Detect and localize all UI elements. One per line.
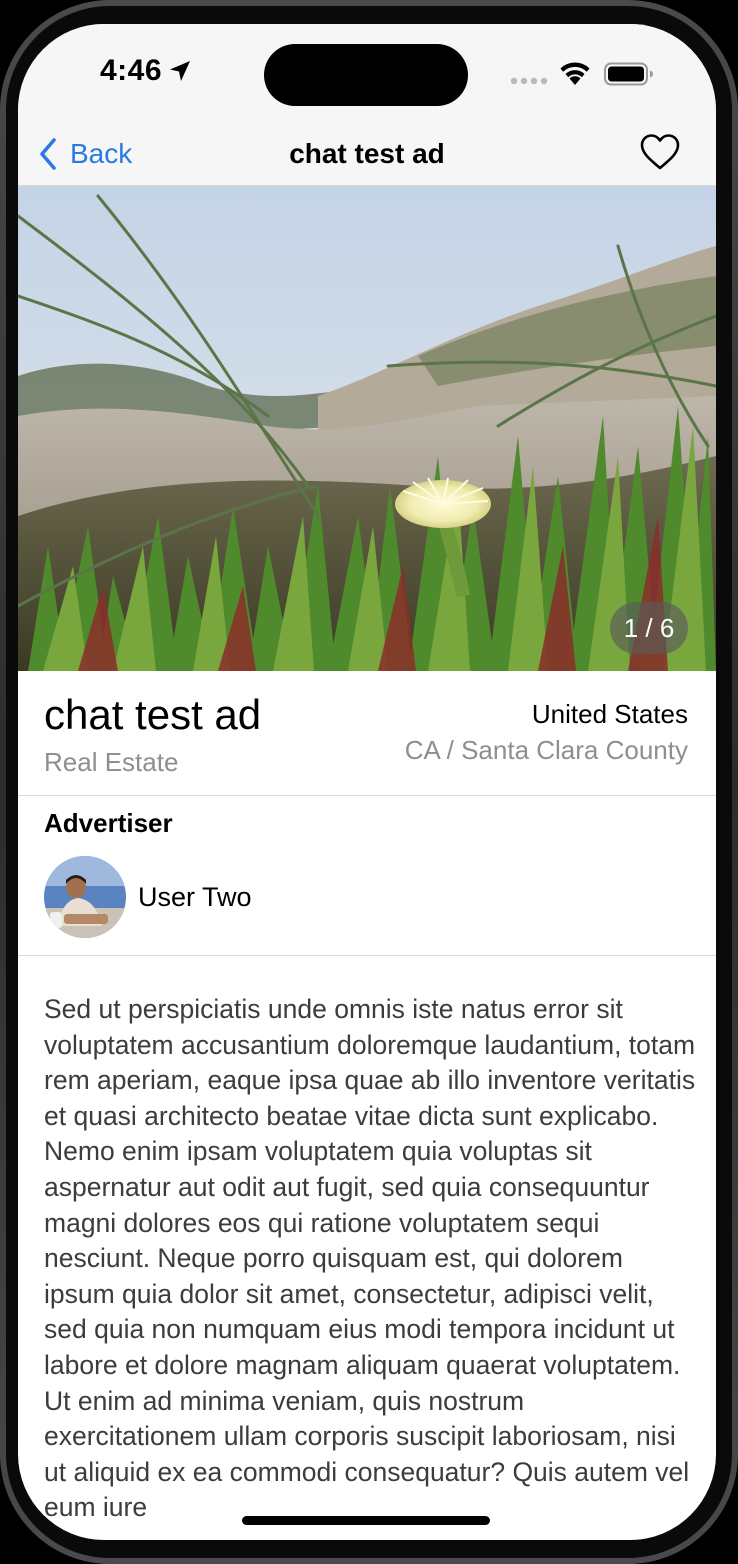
status-bar: 4:46 (18, 24, 716, 128)
avatar-image (44, 856, 126, 938)
heart-icon[interactable] (638, 130, 682, 174)
ad-region: CA / Santa Clara County (404, 735, 688, 765)
photo-page-counter: 1 / 6 (610, 602, 688, 654)
battery-icon (604, 62, 653, 86)
navigation-bar: Back chat test ad (18, 128, 716, 186)
dynamic-island (264, 44, 468, 106)
status-time: 4:46 (100, 54, 163, 87)
avatar[interactable] (44, 856, 126, 938)
cellular-signal-icon (510, 77, 548, 85)
ad-category: Real Estate (44, 747, 179, 777)
ad-photo (18, 186, 716, 671)
ad-photo-gallery[interactable] (18, 186, 716, 671)
nav-title: chat test ad (289, 138, 445, 169)
ad-info-section: chat test ad Real Estate United States C… (18, 671, 716, 796)
location-arrow-icon (170, 61, 191, 81)
ad-country: United States (531, 699, 688, 729)
advertiser-name[interactable]: User Two (138, 882, 252, 913)
home-indicator[interactable] (242, 1516, 490, 1525)
screen: 4:46 Back chat test ad 1 / 6 chat test a… (18, 24, 716, 1540)
ad-title: chat test ad (44, 691, 262, 738)
status-time-group: 4:46 (100, 54, 192, 88)
advertiser-heading: Advertiser (44, 808, 173, 838)
ad-description: Sed ut perspiciatis unde omnis iste natu… (44, 994, 696, 1523)
advertiser-section: Advertiser User Two (18, 796, 716, 956)
wifi-icon (560, 62, 590, 85)
